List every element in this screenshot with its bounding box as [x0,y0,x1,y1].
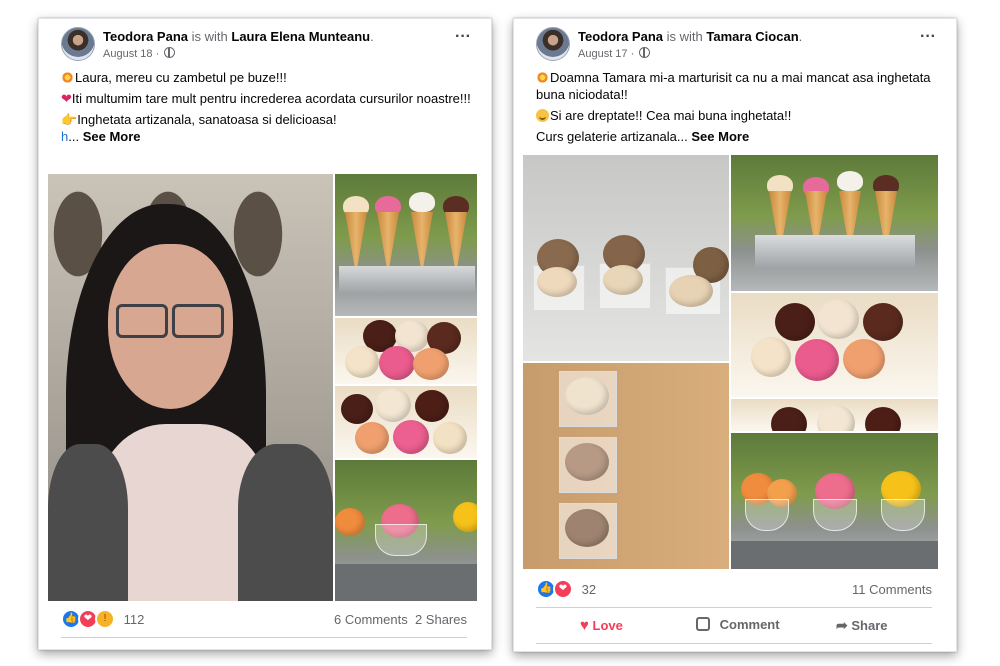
post-card-laura: Teodora Pana is with Laura Elena Muntean… [38,18,492,650]
author-avatar[interactable] [61,27,95,61]
post-header: Teodora Pana is with Laura Elena Muntean… [61,27,471,67]
heart-icon: ♥ [580,617,589,634]
comments-count[interactable]: 6 Comments [334,612,408,627]
tagged-name[interactable]: Laura Elena Munteanu [231,29,370,44]
author-name[interactable]: Teodora Pana [578,29,663,44]
post-date[interactable]: August 18 [103,48,153,60]
post-header: Teodora Pana is with Tamara Ciocan. Augu… [536,27,936,67]
post-text: Laura, mereu cu zambetul pe buze!!! ❤Iti… [61,69,477,149]
divider [61,637,467,638]
ellipsis: ... [676,129,688,144]
photo-selfie[interactable] [48,174,333,601]
more-options-icon[interactable]: ··· [920,29,936,47]
share-button[interactable]: ➦ Share [836,617,888,634]
divider [536,607,932,608]
post-meta: August 17 · [578,47,651,60]
post-line: Iti multumim tare mult pentru increderea… [71,91,471,106]
post-line: Laura, mereu cu zambetul pe buze!!! [75,70,287,85]
with-text: is with [191,29,228,44]
photo-tray-2[interactable] [731,399,938,431]
wow-icon[interactable]: ! [95,609,115,629]
post-line: Inghetata artizanala, sanatoasa si delic… [77,112,337,127]
heart-icon: ❤ [61,91,72,106]
love-button[interactable]: ♥ Love [580,617,623,634]
share-label: Share [851,618,888,633]
shares-count[interactable]: 2 Shares [415,612,467,627]
photo-tray-1[interactable] [731,293,938,397]
post-footer: 👍 ❤! 112 6 Comments 2 Shares [61,609,467,633]
globe-icon [639,47,651,58]
post-line: Curs gelaterie artizanala [536,129,677,144]
pointing-hand-icon: 👉 [61,112,78,127]
photo-cups-row[interactable] [523,155,729,361]
comment-button[interactable]: Comment [696,617,780,632]
post-actions: ♥ Love Comment ➦ Share [536,611,932,641]
reaction-count[interactable]: 112 [124,612,145,627]
photo-glasses[interactable] [335,460,477,601]
ellipsis: ... [68,129,80,144]
post-line: Si are dreptate!! Cea mai buna inghetata… [550,108,792,123]
share-icon: ➦ [836,617,848,633]
photo-tray-2[interactable] [335,386,477,458]
photo-glasses[interactable] [731,433,938,569]
comments-count[interactable]: 11 Comments [852,582,932,597]
post-line: Doamna Tamara mi-a marturisit ca nu a ma… [536,70,931,102]
post-author-line: Teodora Pana is with Tamara Ciocan. [578,29,803,44]
author-avatar[interactable] [536,27,570,61]
sparkle-icon [536,71,549,84]
more-options-icon[interactable]: ··· [455,29,471,47]
photo-cones[interactable] [335,174,477,316]
reaction-count[interactable]: 32 [582,582,596,597]
photo-cups-column[interactable] [523,363,729,569]
comment-label: Comment [719,617,780,632]
photo-tray-1[interactable] [335,318,477,384]
post-author-line: Teodora Pana is with Laura Elena Muntean… [103,29,374,44]
author-name[interactable]: Teodora Pana [103,29,188,44]
post-card-tamara: Teodora Pana is with Tamara Ciocan. Augu… [513,18,957,652]
see-more-link[interactable]: See More [83,129,141,144]
tagged-name[interactable]: Tamara Ciocan [706,29,798,44]
sparkle-icon [61,71,74,84]
divider [536,643,932,644]
globe-icon [164,47,176,58]
post-stats: 6 Comments 2 Shares [334,612,467,627]
smile-icon [536,109,549,122]
comment-icon [696,617,710,631]
love-icon[interactable]: ❤ [553,579,573,599]
photo-cones[interactable] [731,155,938,291]
love-label: Love [592,618,623,633]
post-meta: August 18 · [103,47,176,60]
see-more-link[interactable]: See More [691,129,749,144]
post-date[interactable]: August 17 [578,48,628,60]
post-text: Doamna Tamara mi-a marturisit ca nu a ma… [536,69,942,149]
post-footer: 👍 ❤ 32 11 Comments [536,579,932,603]
with-text: is with [666,29,703,44]
